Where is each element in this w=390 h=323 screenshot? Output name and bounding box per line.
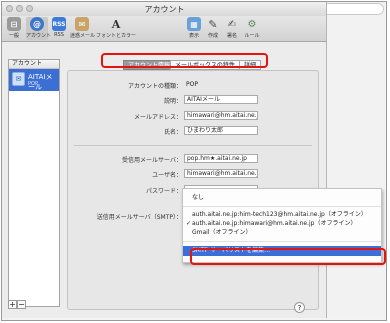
at-icon: @ <box>30 17 44 31</box>
account-type-label: アカウントの種類： <box>127 83 182 90</box>
incoming-server-label: 受信用メールサーバ： <box>122 157 182 164</box>
toolbar-junk-label: 迷惑メール <box>70 33 96 39</box>
preferences-window: アカウント ⊟ 一般 @ アカウント RSS RSS ✉ 迷惑メール A フォン… <box>2 2 327 318</box>
add-account-button[interactable]: + <box>8 300 17 309</box>
toolbar-rules-button[interactable]: ⚙ ルール <box>243 17 261 40</box>
font-icon: A <box>111 17 121 31</box>
section-divider <box>74 145 312 146</box>
smtp-option-himawari-label: auth.aitai.ne.jp:himawari@hm.aitai.ne.jp… <box>192 220 357 227</box>
toolbar-view-button[interactable]: ▦ 表示 <box>186 17 202 39</box>
display-icon: ▦ <box>187 17 201 31</box>
smtp-option-none[interactable]: なし <box>183 193 381 203</box>
description-field[interactable]: AITAIメール <box>184 95 258 104</box>
compose-icon: ✎ <box>208 17 218 31</box>
username-label: ユーザ名： <box>152 172 182 179</box>
toolbar-junk-button[interactable]: ✉ 迷惑メール <box>70 17 96 39</box>
window-title: アカウント <box>144 5 185 14</box>
fullname-field[interactable]: ひまわり太郎 <box>184 126 258 135</box>
menu-separator <box>183 206 381 207</box>
tab-highlight-box <box>101 53 268 68</box>
password-label: パスワード： <box>145 188 182 195</box>
preferences-toolbar: ⊟ 一般 @ アカウント RSS RSS ✉ 迷惑メール A フォントとカラー … <box>2 16 326 42</box>
remove-account-button[interactable]: − <box>17 300 26 309</box>
switch-icon: ⊟ <box>7 17 21 31</box>
description-label: 説明： <box>163 98 182 105</box>
account-type: POP <box>28 81 38 87</box>
background-window <box>327 2 386 318</box>
account-type-value: POP <box>186 81 198 88</box>
title-bar: アカウント <box>2 2 326 17</box>
toolbar-general-button[interactable]: ⊟ 一般 <box>4 17 24 39</box>
toolbar-signature-label: 署名 <box>226 33 237 39</box>
menu-separator <box>183 241 381 242</box>
toolbar-rules-label: ルール <box>244 33 260 39</box>
email-label: メールアドレス： <box>133 114 182 121</box>
menu-highlight-box <box>190 248 386 265</box>
signature-icon: ✍ <box>227 18 237 30</box>
account-item[interactable]: ✉ AITAIメール POP <box>9 69 59 91</box>
email-field[interactable]: himawari@hm.aitai.ne.jp <box>184 111 258 120</box>
junk-icon: ✉ <box>75 17 89 31</box>
mail-account-icon: ✉ <box>12 72 25 86</box>
rss-icon: RSS <box>52 17 66 31</box>
account-list-controls: + − <box>8 300 28 310</box>
toolbar-rss-label: RSS <box>54 32 64 38</box>
toolbar-view-label: 表示 <box>188 33 199 39</box>
toolbar-fonts-label: フォントとカラー <box>96 33 137 39</box>
rules-icon: ⚙ <box>247 18 257 30</box>
fullname-label: 氏名： <box>163 129 182 136</box>
smtp-server-label: 送信用メールサーバ（SMTP）： <box>96 214 182 221</box>
toolbar-general-label: 一般 <box>8 33 19 39</box>
preferences-content: アカウント ✉ AITAIメール POP + − アカウント情報 メールボックス… <box>6 44 323 316</box>
account-list: アカウント ✉ AITAIメール POP <box>8 59 60 307</box>
toolbar-signature-button[interactable]: ✍ 署名 <box>224 17 240 40</box>
incoming-server-field[interactable]: pop.hm★.aitai.ne.jp <box>184 154 258 163</box>
toolbar-fonts-button[interactable]: A フォントとカラー <box>96 17 137 40</box>
toolbar-compose-button[interactable]: ✎ 作成 <box>205 17 221 40</box>
toolbar-accounts-label: アカウント <box>26 33 52 39</box>
account-list-header: アカウント <box>9 60 59 69</box>
help-button[interactable]: ? <box>294 302 305 313</box>
toolbar-rss-button[interactable]: RSS RSS <box>50 17 68 38</box>
toolbar-accounts-button[interactable]: @ アカウント <box>26 17 52 40</box>
smtp-option-gmail[interactable]: Gmail（オフライン） <box>183 228 381 238</box>
username-field[interactable]: himawari@hm.aitai.ne.jp <box>184 169 258 178</box>
toolbar-compose-label: 作成 <box>207 33 218 39</box>
